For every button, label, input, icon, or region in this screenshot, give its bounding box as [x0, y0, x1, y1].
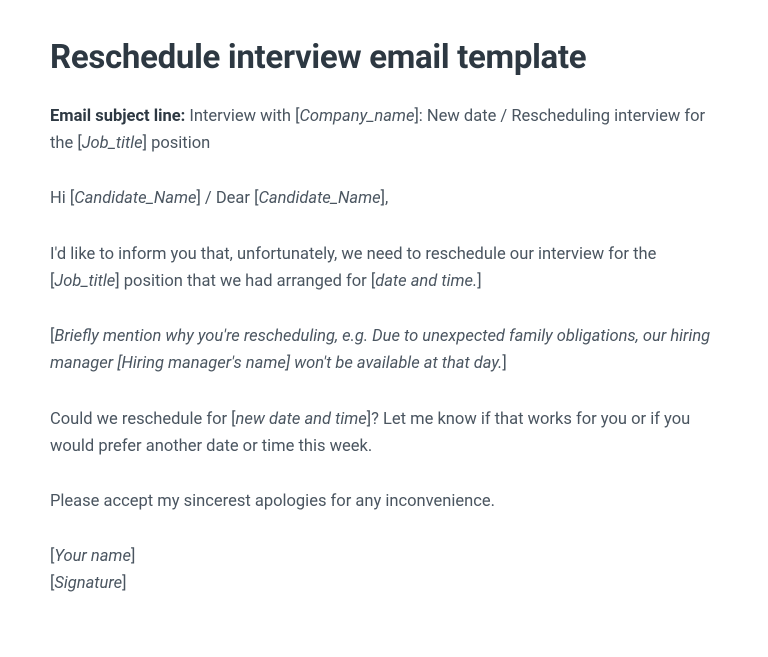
- reason-placeholder: Briefly mention why you're rescheduling,…: [50, 327, 710, 373]
- signoff: [Your name] [Signature]: [50, 543, 718, 597]
- paragraph-reschedule: Could we reschedule for [new date and ti…: [50, 406, 718, 460]
- greeting: Hi [Candidate_Name] / Dear [Candidate_Na…: [50, 185, 718, 212]
- your-name-placeholder: Your name: [54, 547, 131, 566]
- greeting-text-3: ],: [381, 189, 389, 208]
- paragraph-reason: [Briefly mention why you're rescheduling…: [50, 323, 718, 377]
- signature-placeholder: Signature: [54, 574, 122, 593]
- candidate-placeholder-2: Candidate_Name: [258, 189, 380, 208]
- reason-close-bracket: ]: [502, 354, 506, 373]
- subject-label: Email subject line:: [50, 107, 185, 126]
- signoff-close-2: ]: [122, 574, 126, 593]
- para1-text-2: ] position that we had arranged for [: [115, 272, 375, 291]
- datetime-placeholder: date and time.: [375, 272, 477, 291]
- paragraph-apology: Please accept my sincerest apologies for…: [50, 488, 718, 515]
- job-title-placeholder-2: Job_title: [54, 272, 115, 291]
- job-title-placeholder: Job_title: [82, 134, 143, 153]
- para3-text-1: Could we reschedule for [: [50, 410, 236, 429]
- subject-text-1: Interview with [: [185, 107, 299, 126]
- paragraph-inform: I'd like to inform you that, unfortunate…: [50, 241, 718, 295]
- signoff-close-1: ]: [131, 547, 135, 566]
- para1-text-3: ]: [477, 272, 481, 291]
- candidate-placeholder-1: Candidate_Name: [74, 189, 196, 208]
- page-title: Reschedule interview email template: [50, 38, 718, 77]
- greeting-text-2: ] / Dear [: [196, 189, 258, 208]
- subject-line: Email subject line: Interview with [Comp…: [50, 103, 718, 157]
- company-placeholder: Company_name: [299, 107, 414, 126]
- subject-text-3: ] position: [143, 134, 211, 153]
- new-datetime-placeholder: new date and time: [236, 410, 367, 429]
- greeting-text-1: Hi [: [50, 189, 74, 208]
